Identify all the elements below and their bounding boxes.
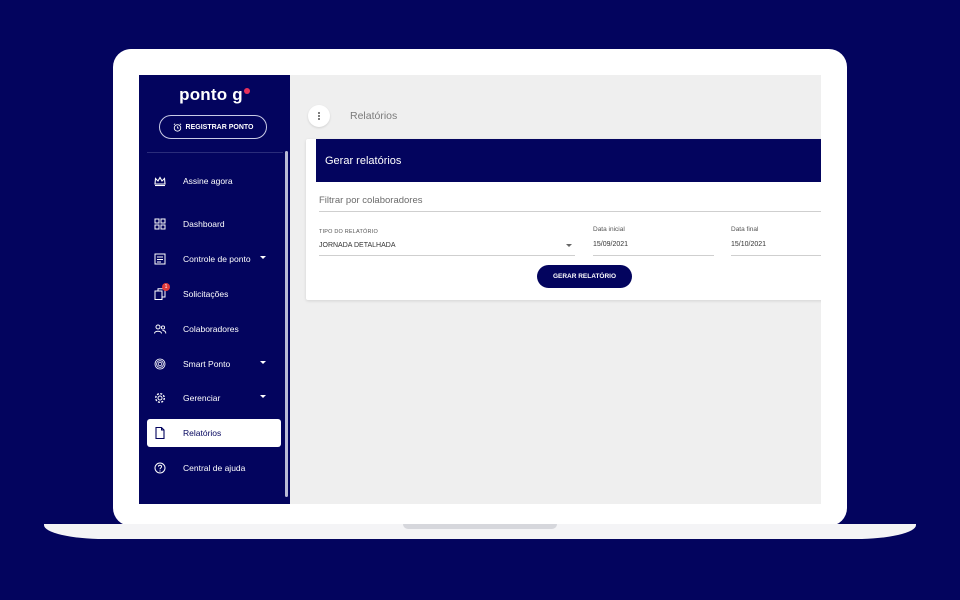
sidebar: ponto g REGISTRAR PONTO Assine agora Das… [139, 75, 290, 504]
report-type-label: TIPO DO RELATÓRIO [319, 229, 378, 235]
start-date-underline [593, 255, 714, 256]
people-icon [153, 322, 167, 336]
start-date-label: Data inicial [593, 226, 625, 233]
calendar-icon [153, 252, 167, 266]
chevron-down-icon [260, 256, 266, 259]
dashboard-icon [153, 217, 167, 231]
more-vertical-icon [318, 112, 320, 120]
sidebar-item-colaboradores[interactable]: Colaboradores [147, 315, 281, 343]
app-screen: ponto g REGISTRAR PONTO Assine agora Das… [139, 75, 821, 504]
sidebar-item-assine-agora[interactable]: Assine agora [147, 167, 281, 195]
notification-badge: 1 [162, 283, 170, 291]
filter-underline [319, 211, 821, 212]
logo: ponto g [139, 85, 290, 105]
sidebar-item-label: Dashboard [183, 219, 225, 229]
laptop-notch [403, 524, 557, 529]
logo-dot-icon [243, 88, 250, 94]
gear-icon [153, 391, 167, 405]
report-card: Gerar relatórios Filtrar por colaborador… [306, 139, 821, 300]
sidebar-item-label: Controle de ponto [183, 254, 251, 264]
sidebar-item-controle-de-ponto[interactable]: Controle de ponto [147, 245, 281, 273]
more-menu-button[interactable] [308, 105, 330, 127]
page-title: Relatórios [350, 110, 398, 122]
collaborator-filter-input[interactable]: Filtrar por colaboradores [319, 195, 821, 206]
logo-text: ponto g [179, 85, 243, 104]
sidebar-item-smart-ponto[interactable]: Smart Ponto [147, 350, 281, 378]
card-header: Gerar relatórios [316, 139, 821, 182]
sidebar-item-solicitacoes[interactable]: 1 Solicitações [147, 280, 281, 308]
sidebar-item-dashboard[interactable]: Dashboard [147, 210, 281, 238]
crown-icon [153, 174, 167, 188]
end-date-underline [731, 255, 821, 256]
sidebar-item-label: Gerenciar [183, 393, 221, 403]
sidebar-item-label: Colaboradores [183, 324, 239, 334]
file-icon [153, 426, 167, 440]
report-type-underline [319, 255, 575, 256]
sidebar-item-central-de-ajuda[interactable]: Central de ajuda [147, 454, 281, 482]
fingerprint-icon [153, 357, 167, 371]
end-date-label: Data final [731, 226, 759, 233]
alarm-clock-icon [173, 122, 181, 132]
chevron-down-icon [260, 395, 266, 398]
end-date-input[interactable]: 15/10/2021 [731, 241, 766, 248]
sidebar-scrollbar[interactable] [285, 151, 288, 497]
chevron-down-icon [260, 361, 266, 364]
start-date-input[interactable]: 15/09/2021 [593, 241, 628, 248]
sidebar-item-label: Relatórios [183, 428, 222, 438]
sidebar-item-label: Assine agora [183, 176, 233, 186]
sidebar-item-relatorios[interactable]: Relatórios [147, 419, 281, 447]
sidebar-item-label: Central de ajuda [183, 463, 246, 473]
register-ponto-label: REGISTRAR PONTO [185, 123, 254, 131]
sidebar-item-gerenciar[interactable]: Gerenciar [147, 384, 281, 412]
generate-report-button[interactable]: GERAR RELATÓRIO [537, 265, 632, 288]
sidebar-divider [147, 152, 283, 153]
report-type-select[interactable]: JORNADA DETALHADA [319, 242, 396, 249]
sidebar-item-label: Smart Ponto [183, 359, 231, 369]
help-icon [153, 461, 167, 475]
sidebar-item-label: Solicitações [183, 289, 229, 299]
register-ponto-button[interactable]: REGISTRAR PONTO [159, 115, 267, 139]
select-arrow-icon [566, 244, 572, 247]
